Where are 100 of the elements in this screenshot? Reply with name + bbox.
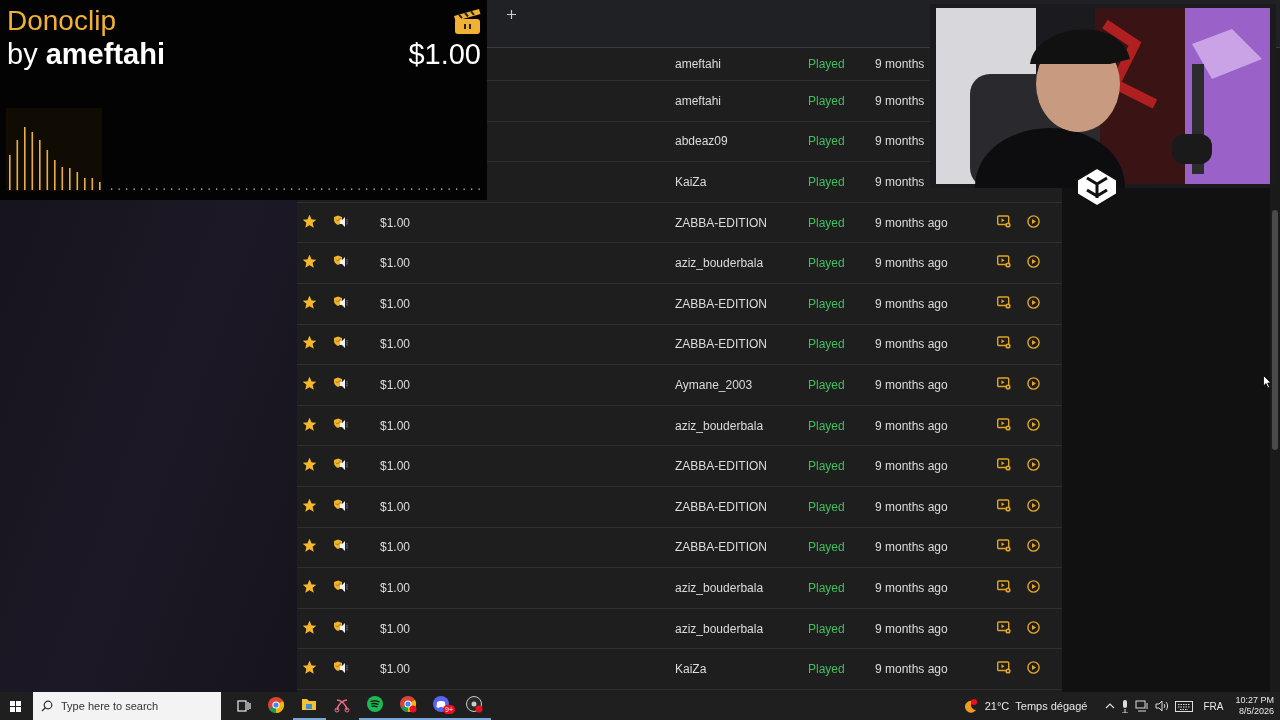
- star-icon[interactable]: [302, 620, 316, 634]
- donor-name: ZABBA-EDITION: [675, 296, 768, 311]
- task-view-icon[interactable]: [236, 700, 251, 712]
- time-ago: 9 months: [875, 93, 926, 108]
- donor-name: aziz_bouderbala: [675, 256, 765, 271]
- donor-name: KaiZa: [675, 175, 708, 189]
- status-label: Played: [808, 93, 846, 108]
- discord-app-icon[interactable]: [431, 695, 452, 715]
- search-field[interactable]: Type here to search: [33, 692, 221, 720]
- play-icon[interactable]: [1026, 336, 1040, 350]
- status-label: Played: [808, 296, 846, 311]
- donor-name: ZABBA-EDITION: [675, 459, 768, 474]
- status-label: Played: [808, 662, 846, 677]
- donor-name: aziz_bouderbala: [675, 580, 765, 595]
- video-settings-icon[interactable]: [997, 255, 1011, 269]
- time-ago: 9 months: [875, 175, 926, 189]
- status-label: Played: [808, 377, 846, 392]
- weather-icon: [962, 698, 979, 714]
- time-ago: 9 months ago: [875, 296, 949, 311]
- play-icon[interactable]: [1026, 579, 1040, 593]
- keyboard-icon[interactable]: [1175, 700, 1194, 712]
- play-icon[interactable]: [1026, 458, 1040, 472]
- caret-up-icon[interactable]: [1105, 702, 1116, 710]
- time-ago: 9 months ago: [875, 499, 949, 514]
- amount: $1.00: [380, 337, 412, 352]
- play-icon[interactable]: [1026, 498, 1040, 512]
- play-icon[interactable]: [1026, 295, 1040, 309]
- status-label: Played: [808, 459, 846, 474]
- search-icon: [41, 700, 53, 712]
- amount: $1.00: [380, 377, 412, 392]
- donor-name: ZABBA-EDITION: [675, 540, 768, 555]
- video-settings-icon[interactable]: [997, 295, 1011, 309]
- star-icon[interactable]: [302, 336, 316, 350]
- star-icon[interactable]: [302, 579, 316, 593]
- video-settings-icon[interactable]: [997, 417, 1011, 431]
- donor-name: Aymane_2003: [675, 377, 754, 392]
- star-icon[interactable]: [302, 214, 316, 228]
- temperature: 21°C: [984, 700, 1010, 712]
- emblem-icon: [1075, 166, 1119, 208]
- play-icon[interactable]: [1026, 661, 1040, 675]
- weather-condition: Temps dégagé: [1015, 700, 1088, 712]
- play-icon[interactable]: [1026, 376, 1040, 390]
- cursor-icon: [1263, 375, 1272, 389]
- time-ago: 9 months: [875, 134, 926, 149]
- video-settings-icon[interactable]: [997, 498, 1011, 512]
- network-icon[interactable]: [1135, 700, 1150, 712]
- play-icon[interactable]: [1026, 214, 1040, 228]
- amount: $1.00: [380, 215, 412, 230]
- status-label: Played: [808, 540, 846, 555]
- amount: $1.00: [380, 621, 412, 636]
- scrollbar-thumb[interactable]: [1272, 210, 1278, 450]
- volume-icon[interactable]: [1155, 700, 1170, 712]
- video-settings-icon[interactable]: [997, 579, 1011, 593]
- amount: $1.00: [380, 418, 412, 433]
- windows-start-icon[interactable]: [10, 700, 21, 712]
- video-settings-icon[interactable]: [997, 539, 1011, 553]
- time-ago: 9 months ago: [875, 621, 949, 636]
- recorder-app-icon[interactable]: [464, 695, 485, 715]
- video-settings-icon[interactable]: [997, 661, 1011, 675]
- time-ago: 9 months ago: [875, 337, 949, 352]
- new-tab-icon[interactable]: [507, 9, 516, 19]
- star-icon[interactable]: [302, 498, 316, 512]
- star-icon[interactable]: [302, 417, 316, 431]
- star-icon[interactable]: [302, 458, 316, 472]
- time-ago: 9 months ago: [875, 215, 949, 230]
- video-settings-icon[interactable]: [997, 214, 1011, 228]
- star-icon[interactable]: [302, 295, 316, 309]
- status-label: Played: [808, 57, 846, 71]
- amount: $1.00: [380, 296, 412, 311]
- star-icon[interactable]: [302, 376, 316, 390]
- status-label: Played: [808, 621, 846, 636]
- amount: $1.00: [380, 580, 412, 595]
- spotify-app-icon[interactable]: [365, 695, 386, 715]
- amount: $1.00: [380, 499, 412, 514]
- video-settings-icon[interactable]: [997, 336, 1011, 350]
- star-icon[interactable]: [302, 661, 316, 675]
- alert-amount: $1.00: [408, 38, 481, 70]
- star-icon[interactable]: [302, 539, 316, 553]
- play-icon[interactable]: [1026, 539, 1040, 553]
- chrome-app-icon[interactable]: [266, 696, 287, 716]
- time-ago: 9 months ago: [875, 540, 949, 555]
- video-settings-icon[interactable]: [997, 458, 1011, 472]
- clock-date[interactable]: 8/5/2026: [1238, 706, 1274, 717]
- microphone-icon[interactable]: [1121, 699, 1130, 713]
- video-settings-icon[interactable]: [997, 620, 1011, 634]
- star-icon[interactable]: [302, 255, 316, 269]
- play-icon[interactable]: [1026, 417, 1040, 431]
- time-ago: 9 months: [875, 57, 926, 71]
- play-icon[interactable]: [1026, 620, 1040, 634]
- status-label: Played: [808, 134, 846, 149]
- status-label: Played: [808, 175, 846, 189]
- time-ago: 9 months ago: [875, 662, 949, 677]
- donor-name: aziz_bouderbala: [675, 621, 765, 636]
- video-settings-icon[interactable]: [997, 376, 1011, 390]
- language-indicator[interactable]: FRA: [1203, 700, 1224, 712]
- play-icon[interactable]: [1026, 255, 1040, 269]
- chrome-app-icon[interactable]: [398, 695, 419, 715]
- snip-app-icon[interactable]: [332, 696, 353, 716]
- status-label: Played: [808, 256, 846, 271]
- clock-time[interactable]: 10:27 PM: [1235, 695, 1274, 706]
